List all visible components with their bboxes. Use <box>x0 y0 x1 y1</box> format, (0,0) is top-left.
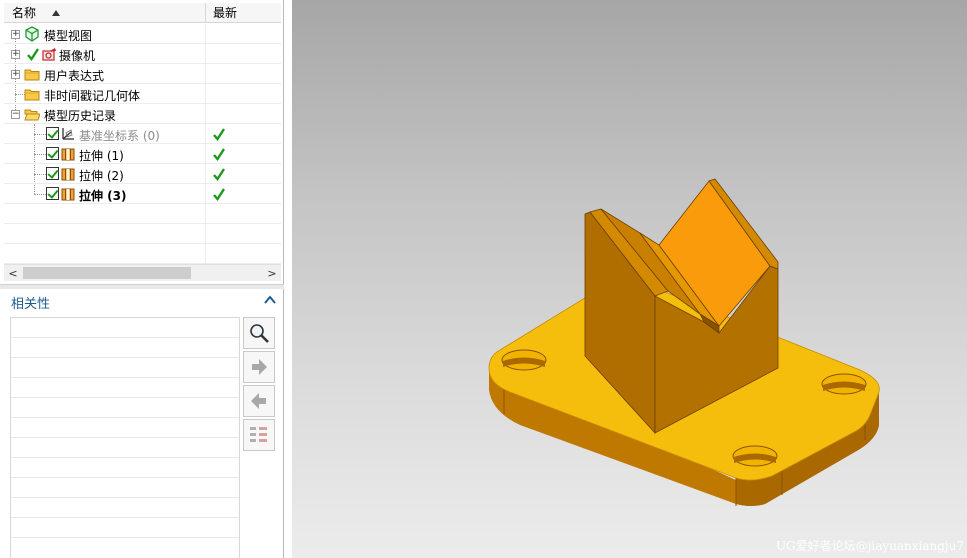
collapse-icon[interactable]: − <box>11 110 20 119</box>
tree-node-label: 摄像机 <box>59 49 96 63</box>
previous-dependency-button[interactable] <box>243 385 275 417</box>
column-separator <box>205 104 206 124</box>
list-item <box>11 398 239 418</box>
latest-check-icon <box>213 168 226 181</box>
tree-node-label: 拉伸 (1) <box>79 149 124 163</box>
tree-node-label: 用户表达式 <box>44 69 105 83</box>
graphics-viewport[interactable]: UG爱好者论坛@jiayuanxiangju7 <box>292 0 967 558</box>
folder-icon <box>24 69 40 81</box>
magnifier-icon <box>250 324 269 343</box>
list-item <box>11 438 239 458</box>
part-navigator: 名称 最新 + 模型视图 + 摄像机 + 用户表达式 非时间戳记几何体 − 模型… <box>0 0 284 558</box>
column-header-name[interactable]: 名称 <box>4 3 206 23</box>
column-separator <box>205 24 206 44</box>
list-item <box>11 518 239 538</box>
extrude-icon <box>61 188 75 201</box>
list-item <box>11 418 239 438</box>
dependency-list-button[interactable] <box>243 419 275 451</box>
scroll-left-icon[interactable]: < <box>6 267 20 280</box>
arrow-right-icon <box>252 359 267 375</box>
latest-check-icon <box>213 148 226 161</box>
tree-node-label: 模型视图 <box>44 29 93 43</box>
empty-row <box>4 204 281 224</box>
visible-check-icon[interactable] <box>26 46 40 62</box>
tree-node-label: 拉伸 (3) <box>79 189 127 203</box>
scrollbar-thumb[interactable] <box>23 267 191 279</box>
navigator-tree: + 模型视图 + 摄像机 + 用户表达式 非时间戳记几何体 − 模型历史记录 基… <box>4 24 281 264</box>
feature-checkbox[interactable] <box>46 147 59 160</box>
feature-checkbox[interactable] <box>46 187 59 200</box>
tree-node-label: 非时间戳记几何体 <box>44 89 141 103</box>
scroll-right-icon[interactable]: > <box>265 267 279 280</box>
empty-row <box>4 244 281 264</box>
sort-ascending-icon <box>52 10 60 16</box>
column-separator <box>205 244 206 264</box>
tree-node-label: 模型历史记录 <box>44 109 117 123</box>
zoom-dependency-button[interactable] <box>243 317 275 349</box>
panel-divider[interactable] <box>0 284 284 289</box>
horizontal-scrollbar[interactable]: < > <box>4 264 281 281</box>
expand-icon[interactable]: + <box>11 70 20 79</box>
tree-header: 名称 最新 <box>4 3 281 23</box>
tree-node-extrude-2[interactable]: 拉伸 (2) <box>4 164 281 184</box>
list-item <box>11 498 239 518</box>
list-tree-icon <box>250 427 267 442</box>
column-separator <box>205 44 206 64</box>
chevron-up-icon[interactable] <box>262 292 278 308</box>
list-item <box>11 458 239 478</box>
list-item <box>11 318 239 338</box>
latest-check-icon <box>213 128 226 141</box>
tree-node-label: 基准坐标系 (0) <box>79 129 160 143</box>
tree-node-camera[interactable]: + 摄像机 <box>4 44 281 64</box>
list-item <box>11 378 239 398</box>
column-name-label: 名称 <box>12 6 37 20</box>
latest-check-icon <box>213 188 226 201</box>
list-item <box>11 358 239 378</box>
column-separator <box>205 224 206 244</box>
list-item <box>11 338 239 358</box>
folder-icon <box>24 89 40 101</box>
empty-row <box>4 224 281 244</box>
expand-icon[interactable]: + <box>11 30 20 39</box>
arrow-left-icon <box>251 393 266 409</box>
list-item <box>11 478 239 498</box>
tree-node-model-history[interactable]: − 模型历史记录 <box>4 104 281 124</box>
column-separator <box>205 204 206 224</box>
feature-checkbox[interactable] <box>46 167 59 180</box>
extrude-icon <box>61 148 75 161</box>
tree-node-datum-csys[interactable]: 基准坐标系 (0) <box>4 124 281 144</box>
tree-node-user-expressions[interactable]: + 用户表达式 <box>4 64 281 84</box>
next-dependency-button[interactable] <box>243 351 275 383</box>
camera-icon <box>42 48 56 61</box>
datum-csys-icon <box>62 128 74 140</box>
tree-node-extrude-1[interactable]: 拉伸 (1) <box>4 144 281 164</box>
tree-node-model-views[interactable]: + 模型视图 <box>4 24 281 44</box>
feature-checkbox[interactable] <box>46 127 59 140</box>
part-model[interactable] <box>292 0 967 558</box>
column-separator <box>205 164 206 184</box>
expand-icon[interactable]: + <box>11 50 20 59</box>
column-separator <box>205 144 206 164</box>
column-separator <box>205 84 206 104</box>
tree-node-label: 拉伸 (2) <box>79 169 124 183</box>
dependencies-list <box>10 317 240 558</box>
column-separator <box>205 124 206 144</box>
folder-open-icon <box>24 109 40 121</box>
watermark-text: UG爱好者论坛@jiayuanxiangju7 <box>775 539 964 553</box>
dependencies-title[interactable]: 相关性 <box>11 293 50 312</box>
column-separator <box>205 184 206 204</box>
model-views-icon <box>25 26 39 42</box>
column-header-latest[interactable]: 最新 <box>207 3 281 23</box>
column-latest-label: 最新 <box>213 6 238 20</box>
extrude-icon <box>61 168 75 181</box>
tree-node-non-timestamp-geometry[interactable]: 非时间戳记几何体 <box>4 84 281 104</box>
tree-node-extrude-3[interactable]: 拉伸 (3) <box>4 184 281 204</box>
column-separator <box>205 64 206 84</box>
